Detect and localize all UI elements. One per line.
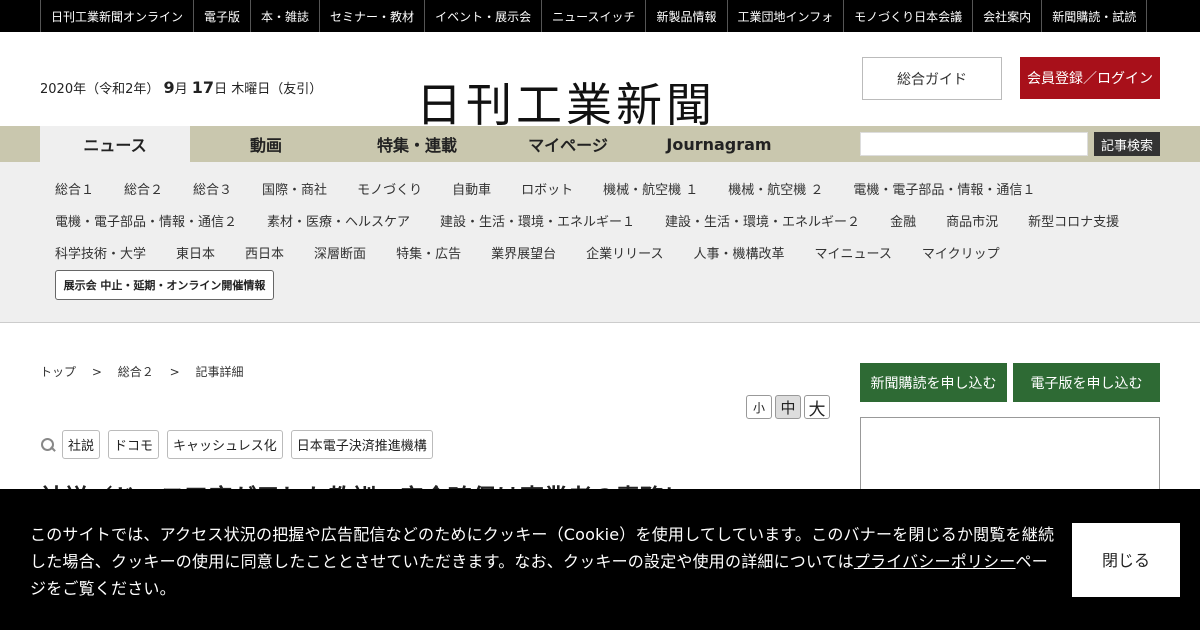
category-link[interactable]: マイニュース xyxy=(814,243,891,262)
category-link[interactable]: 建設・生活・環境・エネルギー２ xyxy=(665,211,860,230)
category-link[interactable]: 業界展望台 xyxy=(491,243,556,262)
tab-video[interactable]: 動画 xyxy=(191,126,341,162)
category-link[interactable]: ロボット xyxy=(521,179,573,198)
tag-editorial[interactable]: 社説 xyxy=(62,430,101,459)
category-link[interactable]: 深層断面 xyxy=(314,243,366,262)
date-day: 17 xyxy=(191,78,215,97)
login-button[interactable]: 会員登録／ログイン xyxy=(1020,57,1160,99)
category-link[interactable]: 総合３ xyxy=(193,179,232,198)
font-size-medium-button[interactable]: 中 xyxy=(775,395,801,419)
breadcrumb-top[interactable]: トップ xyxy=(40,365,76,379)
top-link-subscribe[interactable]: 新聞購読・試読 xyxy=(1042,0,1148,32)
tag-docomo[interactable]: ドコモ xyxy=(108,430,160,459)
top-link-digital[interactable]: 電子版 xyxy=(194,0,252,32)
cookie-close-button[interactable]: 閉じる xyxy=(1072,523,1180,597)
category-link[interactable]: 金融 xyxy=(890,211,916,230)
category-link[interactable]: 素材・医療・ヘルスケア xyxy=(267,211,410,230)
article-tags: 社説 ドコモ キャッシュレス化 日本電子決済推進機構 xyxy=(40,430,441,459)
breadcrumb-separator: > xyxy=(91,365,102,379)
category-link[interactable]: 電機・電子部品・情報・通信２ xyxy=(55,211,237,230)
breadcrumb-current: 記事詳細 xyxy=(195,365,244,379)
font-size-small-button[interactable]: 小 xyxy=(746,395,772,419)
main-nav: ニュース 動画 特集・連載 マイページ Journagram 記事検索 xyxy=(0,126,1200,162)
top-link-seminar[interactable]: セミナー・教材 xyxy=(320,0,426,32)
category-row-3: 科学技術・大学 東日本 西日本 深層断面 特集・広告 業界展望台 企業リリース … xyxy=(55,243,1030,262)
tag-payment-org[interactable]: 日本電子決済推進機構 xyxy=(290,430,433,459)
date-month: 9 xyxy=(163,78,175,97)
issue-date: 2020年（令和2年） 9月 17日 木曜日（友引） xyxy=(40,78,322,97)
category-row-1: 総合１ 総合２ 総合３ 国際・商社 モノづくり 自動車 ロボット 機械・航空機 … xyxy=(55,179,1065,198)
tab-journagram[interactable]: Journagram xyxy=(644,126,794,162)
category-link[interactable]: 電機・電子部品・情報・通信１ xyxy=(853,179,1035,198)
breadcrumb: トップ > 総合２ > 記事詳細 xyxy=(40,363,243,380)
top-link-industrial-park[interactable]: 工業団地インフォ xyxy=(728,0,845,32)
top-link-books[interactable]: 本・雑誌 xyxy=(251,0,321,32)
category-link[interactable]: 建設・生活・環境・エネルギー１ xyxy=(440,211,635,230)
privacy-policy-link[interactable]: プライバシーポリシー xyxy=(854,552,1016,571)
guide-button[interactable]: 総合ガイド xyxy=(862,57,1002,100)
top-link-newswitch[interactable]: ニュースイッチ xyxy=(542,0,647,32)
top-link-monozukuri[interactable]: モノづくり日本会議 xyxy=(844,0,974,32)
tab-mypage[interactable]: マイページ xyxy=(493,126,643,162)
category-link[interactable]: マイクリップ xyxy=(922,243,1000,262)
date-prefix: 2020年（令和2年） xyxy=(40,82,160,97)
search-button[interactable]: 記事検索 xyxy=(1094,132,1160,156)
category-link[interactable]: 自動車 xyxy=(452,179,491,198)
category-link[interactable]: 人事・機構改革 xyxy=(693,243,784,262)
breadcrumb-separator: > xyxy=(169,365,180,379)
category-link[interactable]: 商品市況 xyxy=(946,211,998,230)
category-link[interactable]: 総合２ xyxy=(124,179,163,198)
category-link[interactable]: 特集・広告 xyxy=(396,243,461,262)
expo-info-button[interactable]: 展示会 中止・延期・オンライン開催情報 xyxy=(55,270,274,300)
category-link[interactable]: 新型コロナ支援 xyxy=(1028,211,1119,230)
breadcrumb-section[interactable]: 総合２ xyxy=(118,365,154,379)
subscribe-digital-button[interactable]: 電子版を申し込む xyxy=(1013,363,1160,402)
date-month-unit: 月 xyxy=(174,82,188,97)
category-link[interactable]: 東日本 xyxy=(176,243,215,262)
category-link[interactable]: 機械・航空機 １ xyxy=(603,179,698,198)
top-link-company[interactable]: 会社案内 xyxy=(973,0,1043,32)
top-link-new-products[interactable]: 新製品情報 xyxy=(646,0,728,32)
subscribe-paper-button[interactable]: 新聞購読を申し込む xyxy=(860,363,1007,402)
category-link[interactable]: 機械・航空機 ２ xyxy=(728,179,823,198)
category-nav: 総合１ 総合２ 総合３ 国際・商社 モノづくり 自動車 ロボット 機械・航空機 … xyxy=(0,162,1200,323)
top-links: 日刊工業新聞オンライン 電子版 本・雑誌 セミナー・教材 イベント・展示会 ニュ… xyxy=(40,0,1160,32)
category-row-2: 電機・電子部品・情報・通信２ 素材・医療・ヘルスケア 建設・生活・環境・エネルギ… xyxy=(55,211,1149,230)
category-link[interactable]: 企業リリース xyxy=(586,243,663,262)
date-day-suffix: 日 木曜日（友引） xyxy=(214,82,323,97)
category-link[interactable]: 西日本 xyxy=(245,243,284,262)
category-link[interactable]: 科学技術・大学 xyxy=(55,243,146,262)
font-size-large-button[interactable]: 大 xyxy=(804,395,830,420)
top-link-online[interactable]: 日刊工業新聞オンライン xyxy=(41,0,195,32)
search-input[interactable] xyxy=(860,132,1088,156)
top-bar: 日刊工業新聞オンライン 電子版 本・雑誌 セミナー・教材 イベント・展示会 ニュ… xyxy=(0,0,1200,32)
tag-cashless[interactable]: キャッシュレス化 xyxy=(167,430,283,459)
site-header: 2020年（令和2年） 9月 17日 木曜日（友引） 日刊工業新聞 総合ガイド … xyxy=(0,32,1200,128)
tab-features[interactable]: 特集・連載 xyxy=(342,126,492,162)
cookie-banner: このサイトでは、アクセス状況の把握や広告配信などのためにクッキー（Cookie）… xyxy=(0,489,1200,630)
category-link[interactable]: 総合１ xyxy=(55,179,94,198)
category-link[interactable]: モノづくり xyxy=(357,179,422,198)
cookie-message: このサイトでは、アクセス状況の把握や広告配信などのためにクッキー（Cookie）… xyxy=(30,521,1060,602)
site-logo[interactable]: 日刊工業新聞 xyxy=(416,82,716,128)
category-link[interactable]: 国際・商社 xyxy=(262,179,327,198)
search-icon xyxy=(40,437,56,453)
tab-news[interactable]: ニュース xyxy=(40,126,190,162)
top-link-events[interactable]: イベント・展示会 xyxy=(425,0,543,32)
